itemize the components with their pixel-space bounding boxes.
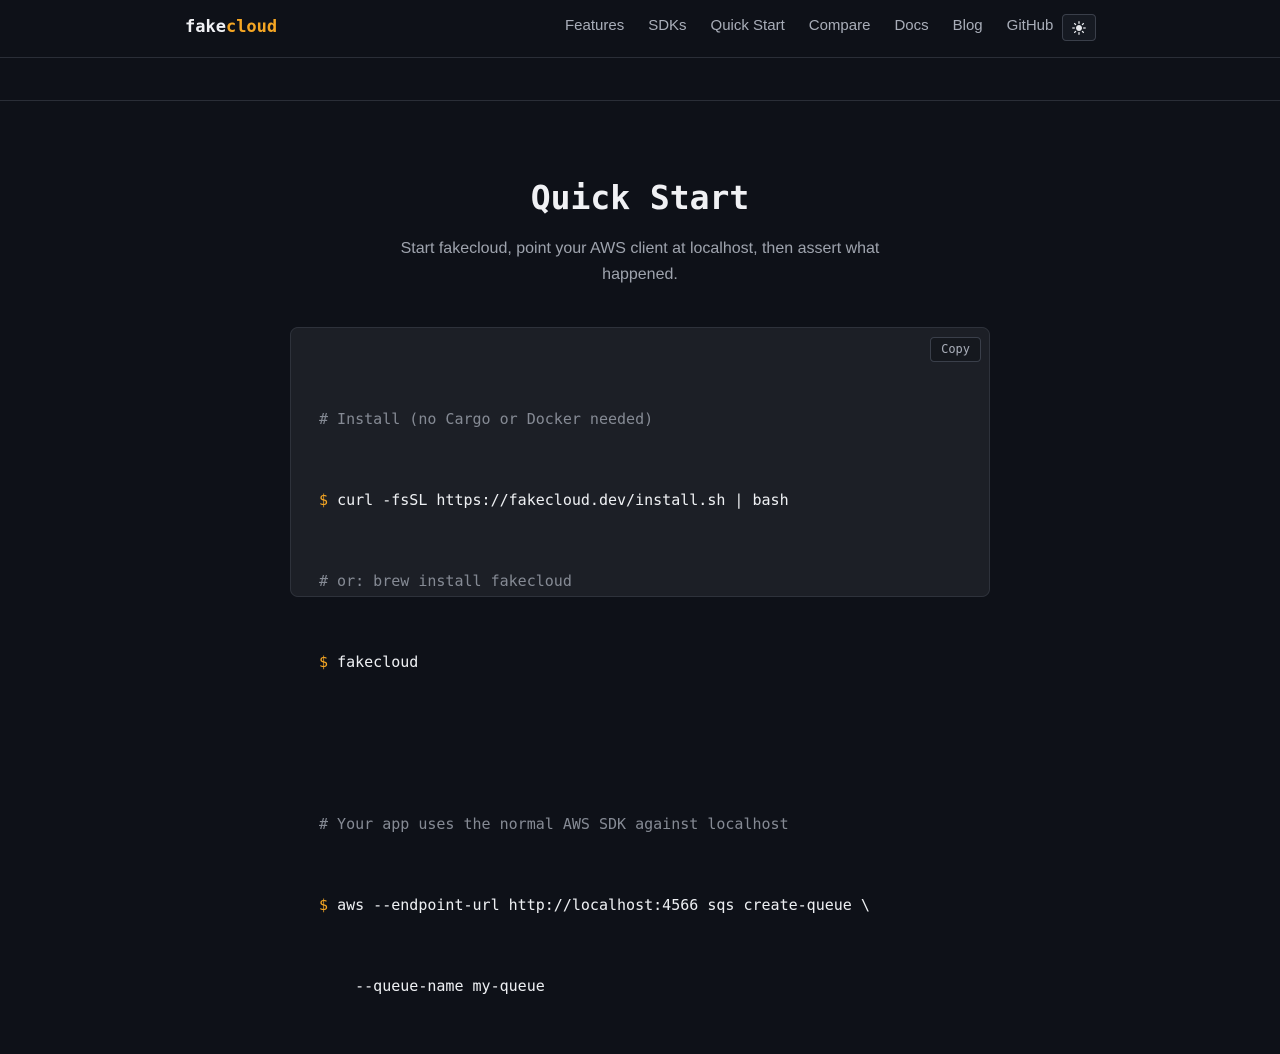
code-command: $ fakecloud xyxy=(319,649,870,676)
logo[interactable]: fakecloud xyxy=(185,17,277,37)
theme-toggle-button[interactable] xyxy=(1062,14,1096,41)
sun-icon xyxy=(1072,20,1086,35)
command-text: --queue-name my-queue xyxy=(337,977,545,995)
nav-link-docs[interactable]: Docs xyxy=(894,17,928,34)
copy-button[interactable]: Copy xyxy=(930,337,981,362)
nav-link-github[interactable]: GitHub xyxy=(1007,17,1054,34)
code-content: # Install (no Cargo or Docker needed) $ … xyxy=(319,352,870,1054)
code-command: $ aws --endpoint-url http://localhost:45… xyxy=(319,892,870,919)
nav-link-features[interactable]: Features xyxy=(565,17,624,34)
nav-link-sdks[interactable]: SDKs xyxy=(648,17,686,34)
sub-navbar xyxy=(0,59,1280,101)
code-block: Copy # Install (no Cargo or Docker neede… xyxy=(290,327,990,995)
prompt-symbol: $ xyxy=(319,653,329,671)
command-text: fakecloud xyxy=(337,653,419,671)
top-navbar: fakecloud Features SDKs Quick Start Comp… xyxy=(0,0,1280,58)
prompt-symbol: $ xyxy=(319,896,329,914)
code-command: $ curl -fsSL https://fakecloud.dev/insta… xyxy=(319,487,870,514)
nav-links: Features SDKs Quick Start Compare Docs B… xyxy=(565,17,1077,34)
logo-text-fake: fake xyxy=(185,17,226,37)
code-command-continuation: --queue-name my-queue xyxy=(319,973,870,1000)
page-subtitle: Start fakecloud, point your AWS client a… xyxy=(400,240,880,283)
code-comment: # Your app uses the normal AWS SDK again… xyxy=(319,815,789,833)
nav-link-compare[interactable]: Compare xyxy=(809,17,871,34)
code-comment: # or: brew install fakecloud xyxy=(319,572,572,590)
nav-link-quick-start[interactable]: Quick Start xyxy=(711,17,785,34)
prompt-symbol: $ xyxy=(319,491,329,509)
page-title: Quick Start xyxy=(530,178,750,217)
logo-text-cloud: cloud xyxy=(225,17,278,37)
code-comment: # Install (no Cargo or Docker needed) xyxy=(319,410,654,428)
nav-link-blog[interactable]: Blog xyxy=(953,17,983,34)
command-text: curl -fsSL https://fakecloud.dev/install… xyxy=(337,491,789,509)
command-text: aws --endpoint-url http://localhost:4566… xyxy=(337,896,870,914)
